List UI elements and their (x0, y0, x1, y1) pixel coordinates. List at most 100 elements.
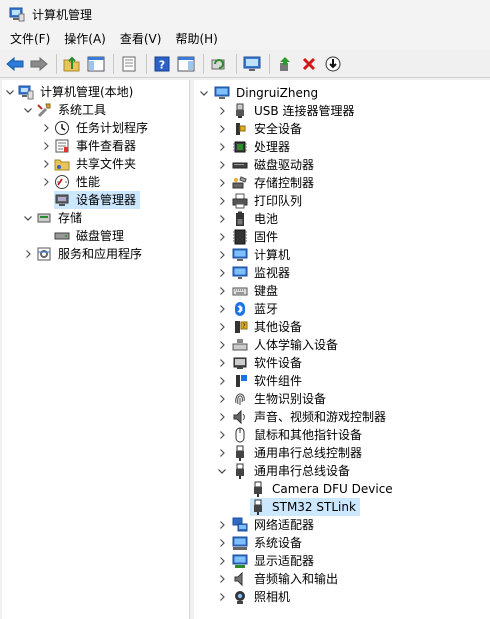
tree-item-content[interactable]: 存储 (36, 209, 86, 227)
tree-item-content[interactable]: 通用串行总线控制器 (232, 444, 366, 462)
chevron-right-icon[interactable] (216, 588, 228, 606)
tree-item-content[interactable]: 系统设备 (232, 534, 306, 552)
tree-item[interactable]: 鼠标和其他指针设备 (216, 426, 366, 444)
tree-item[interactable]: 软件设备 (216, 354, 306, 372)
forward-button[interactable] (28, 53, 50, 75)
tree-item-content[interactable]: 网络适配器 (232, 516, 318, 534)
tree-item[interactable]: 键盘 (216, 282, 282, 300)
tree-item-content[interactable]: ? 其他设备 (232, 318, 306, 336)
chevron-right-icon[interactable] (40, 137, 52, 155)
tree-item[interactable]: DingruiZheng (198, 84, 322, 102)
tree-item[interactable]: 计算机 (216, 246, 294, 264)
tree-item[interactable]: 生物识别设备 (216, 390, 330, 408)
tree-item[interactable]: 蓝牙 (216, 300, 282, 318)
chevron-right-icon[interactable] (216, 246, 228, 264)
chevron-down-icon[interactable] (4, 83, 16, 101)
chevron-right-icon[interactable] (40, 173, 52, 191)
chevron-right-icon[interactable] (216, 426, 228, 444)
tree-item-content[interactable]: 任务计划程序 (54, 119, 152, 137)
tree-item[interactable]: 处理器 (216, 138, 294, 156)
chevron-right-icon[interactable] (216, 174, 228, 192)
chevron-right-icon[interactable] (216, 534, 228, 552)
tree-item[interactable]: 存储 (22, 209, 86, 227)
tree-item-content[interactable]: 安全设备 (232, 120, 306, 138)
back-button[interactable] (4, 53, 26, 75)
tree-item-content[interactable]: 照相机 (232, 588, 294, 606)
chevron-down-icon[interactable] (216, 462, 228, 480)
chevron-right-icon[interactable] (216, 372, 228, 390)
chevron-right-icon[interactable] (40, 155, 52, 173)
chevron-right-icon[interactable] (216, 444, 228, 462)
tree-item[interactable]: 显示适配器 (216, 552, 318, 570)
tree-item-content[interactable]: 键盘 (232, 282, 282, 300)
chevron-right-icon[interactable] (216, 102, 228, 120)
tree-item[interactable]: 音频输入和输出 (216, 570, 342, 588)
tree-item[interactable]: 照相机 (216, 588, 294, 606)
chevron-right-icon[interactable] (216, 354, 228, 372)
help-button[interactable]: ? (151, 53, 173, 75)
chevron-right-icon[interactable] (216, 228, 228, 246)
tree-item[interactable]: 安全设备 (216, 120, 306, 138)
tree-item[interactable]: 打印队列 (216, 192, 306, 210)
tree-item-content[interactable]: 服务和应用程序 (36, 245, 146, 263)
tree-item[interactable]: 任务计划程序 (40, 119, 152, 137)
chevron-down-icon[interactable] (198, 84, 210, 102)
chevron-right-icon[interactable] (216, 156, 228, 174)
chevron-right-icon[interactable] (216, 552, 228, 570)
tree-item[interactable]: 电池 (216, 210, 282, 228)
tree-item-content[interactable]: USB 连接器管理器 (232, 102, 358, 120)
tree-item[interactable]: 系统工具 (22, 101, 110, 119)
menu-help[interactable]: 帮助(H) (168, 28, 224, 50)
tree-item[interactable]: 固件 (216, 228, 282, 246)
tree-item-content[interactable]: DingruiZheng (214, 84, 322, 102)
uninstall-device-button[interactable] (298, 53, 320, 75)
tree-item[interactable]: 网络适配器 (216, 516, 318, 534)
tree-item-content[interactable]: 打印队列 (232, 192, 306, 210)
chevron-right-icon[interactable] (216, 390, 228, 408)
tree-item-content[interactable]: STM32 STLink (250, 498, 360, 516)
tree-item-content[interactable]: 计算机 (232, 246, 294, 264)
chevron-right-icon[interactable] (216, 282, 228, 300)
tree-item-content[interactable]: 共享文件夹 (54, 155, 140, 173)
tree-item-content[interactable]: 蓝牙 (232, 300, 282, 318)
tree-item-content[interactable]: 显示适配器 (232, 552, 318, 570)
chevron-down-icon[interactable] (22, 101, 34, 119)
tree-item[interactable]: 计算机管理(本地) (4, 83, 137, 101)
tree-item-content[interactable]: 声音、视频和游戏控制器 (232, 408, 390, 426)
tree-item[interactable]: 磁盘驱动器 (216, 156, 318, 174)
update-driver-button[interactable] (274, 53, 296, 75)
chevron-right-icon[interactable] (216, 516, 228, 534)
tree-item[interactable]: 通用串行总线设备 (216, 462, 354, 480)
tree-item[interactable]: 设备管理器 (40, 191, 141, 209)
tree-item-content[interactable]: 软件设备 (232, 354, 306, 372)
chevron-right-icon[interactable] (40, 119, 52, 137)
tree-item-content[interactable]: 软件组件 (232, 372, 306, 390)
tree-item[interactable]: 事件查看器 (40, 137, 140, 155)
chevron-right-icon[interactable] (216, 318, 228, 336)
menu-file[interactable]: 文件(F) (3, 28, 57, 50)
tree-item-content[interactable]: 事件查看器 (54, 137, 140, 155)
tree-item-content[interactable]: 监视器 (232, 264, 294, 282)
tree-item[interactable]: Camera DFU Device (234, 480, 397, 498)
tree-item-content[interactable]: 处理器 (232, 138, 294, 156)
chevron-right-icon[interactable] (216, 408, 228, 426)
tree-item[interactable]: 人体学输入设备 (216, 336, 342, 354)
tree-item[interactable]: 监视器 (216, 264, 294, 282)
chevron-right-icon[interactable] (216, 570, 228, 588)
tree-item-content[interactable]: 电池 (232, 210, 282, 228)
tree-item[interactable]: 声音、视频和游戏控制器 (216, 408, 390, 426)
tree-item[interactable]: 软件组件 (216, 372, 306, 390)
menu-action[interactable]: 操作(A) (57, 28, 113, 50)
tree-item-content[interactable]: 人体学输入设备 (232, 336, 342, 354)
tree-item-content[interactable]: 设备管理器 (54, 191, 141, 209)
tree-item-content[interactable]: 通用串行总线设备 (232, 462, 354, 480)
show-action-pane-button[interactable] (175, 53, 197, 75)
tree-item[interactable]: 共享文件夹 (40, 155, 140, 173)
chevron-right-icon[interactable] (22, 245, 34, 263)
tree-item[interactable]: 通用串行总线控制器 (216, 444, 366, 462)
tree-item-content[interactable]: 计算机管理(本地) (18, 83, 137, 101)
chevron-right-icon[interactable] (216, 210, 228, 228)
tree-item-content[interactable]: 鼠标和其他指针设备 (232, 426, 366, 444)
tree-item[interactable]: 系统设备 (216, 534, 306, 552)
tree-item-content[interactable]: 生物识别设备 (232, 390, 330, 408)
